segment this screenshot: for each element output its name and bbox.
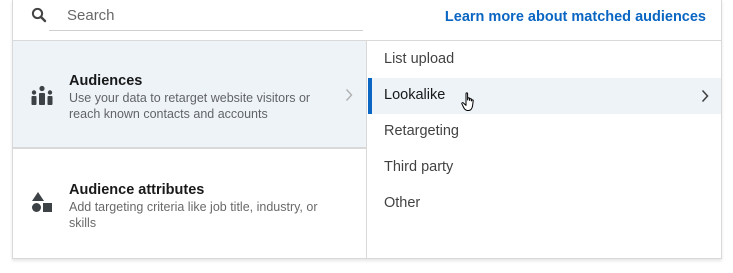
search-icon (31, 7, 47, 23)
people-group-icon (31, 85, 53, 105)
option-label: Lookalike (384, 87, 446, 103)
search-input[interactable] (67, 4, 357, 26)
chevron-right-icon (701, 89, 709, 103)
picker-header: Learn more about matched audiences (13, 0, 721, 41)
option-lookalike[interactable]: Lookalike (368, 78, 721, 114)
shapes-icon (32, 192, 52, 212)
option-third-party[interactable]: Third party (368, 150, 721, 186)
category-list: Audiences Use your data to retarget webs… (13, 41, 367, 258)
category-title: Audiences (69, 73, 143, 89)
chevron-right-icon (345, 89, 353, 101)
option-label: Third party (384, 159, 454, 175)
category-audience-attributes[interactable]: Audience attributes Add targeting criter… (13, 151, 366, 258)
option-retargeting[interactable]: Retargeting (368, 114, 721, 150)
option-label: Retargeting (384, 123, 459, 139)
search-field (49, 0, 363, 31)
option-label: Other (384, 195, 421, 211)
option-list-upload[interactable]: List upload (368, 42, 721, 78)
selection-indicator (368, 78, 372, 114)
audience-picker-panel: Learn more about matched audiences Audie… (12, 0, 722, 259)
category-title: Audience attributes (69, 182, 205, 198)
hand-pointer-cursor-icon (461, 92, 474, 111)
category-audiences[interactable]: Audiences Use your data to retarget webs… (13, 41, 366, 149)
category-description: Use your data to retarget website visito… (69, 91, 311, 121)
category-description: Add targeting criteria like job title, i… (69, 200, 318, 230)
option-label: List upload (384, 51, 455, 67)
option-list: List upload Lookalike Retargeting Third … (368, 41, 721, 258)
option-other[interactable]: Other (368, 186, 721, 222)
learn-more-link[interactable]: Learn more about matched audiences (445, 9, 706, 25)
